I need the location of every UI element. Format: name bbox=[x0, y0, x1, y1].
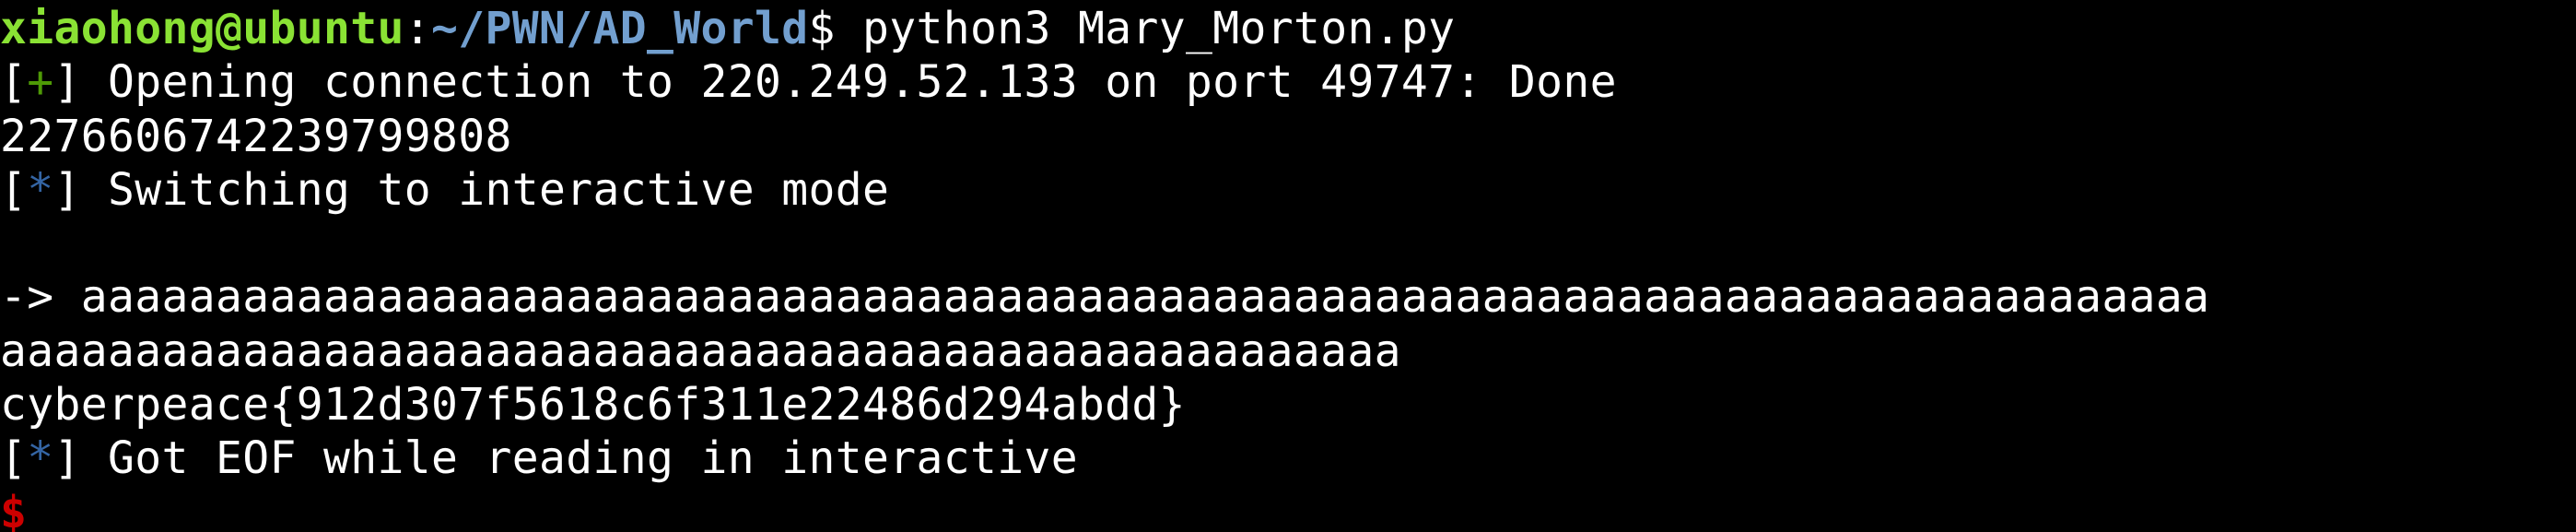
bracket-open: [ bbox=[0, 163, 28, 216]
bracket-close: ] bbox=[53, 432, 81, 485]
bracket-close: ] bbox=[53, 163, 81, 216]
prompt-symbol: $ bbox=[808, 3, 836, 54]
bracket-open: [ bbox=[0, 56, 28, 109]
payload-text-1: -> aaaaaaaaaaaaaaaaaaaaaaaaaaaaaaaaaaaaa… bbox=[0, 271, 2210, 324]
final-prompt-symbol: $ bbox=[0, 486, 28, 532]
flag-text: cyberpeace{912d307f5618c6f311e22486d294a… bbox=[0, 379, 1186, 432]
command-prompt-line: xiaohong@ubuntu:~/PWN/AD_World$ python3 … bbox=[0, 2, 2576, 55]
bracket-close: ] bbox=[53, 56, 81, 109]
prompt-command: python3 Mary_Morton.py bbox=[835, 3, 1456, 54]
output-line-payload-2: aaaaaaaaaaaaaaaaaaaaaaaaaaaaaaaaaaaaaaaa… bbox=[0, 325, 2576, 378]
prompt-separator: : bbox=[404, 3, 431, 54]
connection-text: Opening connection to 220.249.52.133 on … bbox=[80, 56, 1617, 109]
output-line-connection: [+] Opening connection to 220.249.52.133… bbox=[0, 55, 2576, 109]
eof-text: Got EOF while reading in interactive bbox=[80, 432, 1078, 485]
output-line-interactive: [*] Switching to interactive mode bbox=[0, 163, 2576, 217]
bracket-open: [ bbox=[0, 432, 28, 485]
terminal-window[interactable]: xiaohong@ubuntu:~/PWN/AD_World$ python3 … bbox=[0, 0, 2576, 532]
output-line-number: 2276606742239799808 bbox=[0, 110, 2576, 163]
interactive-text: Switching to interactive mode bbox=[80, 163, 890, 216]
output-line-blank bbox=[0, 217, 2576, 270]
plus-marker: + bbox=[27, 56, 54, 109]
star-marker: * bbox=[27, 432, 54, 485]
leaked-number: 2276606742239799808 bbox=[0, 110, 512, 162]
prompt-user-host: xiaohong@ubuntu bbox=[0, 3, 404, 54]
star-marker: * bbox=[27, 163, 54, 216]
output-line-flag: cyberpeace{912d307f5618c6f311e22486d294a… bbox=[0, 378, 2576, 432]
prompt-path: ~/PWN/AD_World bbox=[430, 3, 809, 54]
payload-text-2: aaaaaaaaaaaaaaaaaaaaaaaaaaaaaaaaaaaaaaaa… bbox=[0, 325, 1401, 377]
output-line-payload-1: -> aaaaaaaaaaaaaaaaaaaaaaaaaaaaaaaaaaaaa… bbox=[0, 270, 2576, 324]
final-prompt-line[interactable]: $ bbox=[0, 486, 2576, 532]
output-line-eof: [*] Got EOF while reading in interactive bbox=[0, 432, 2576, 485]
